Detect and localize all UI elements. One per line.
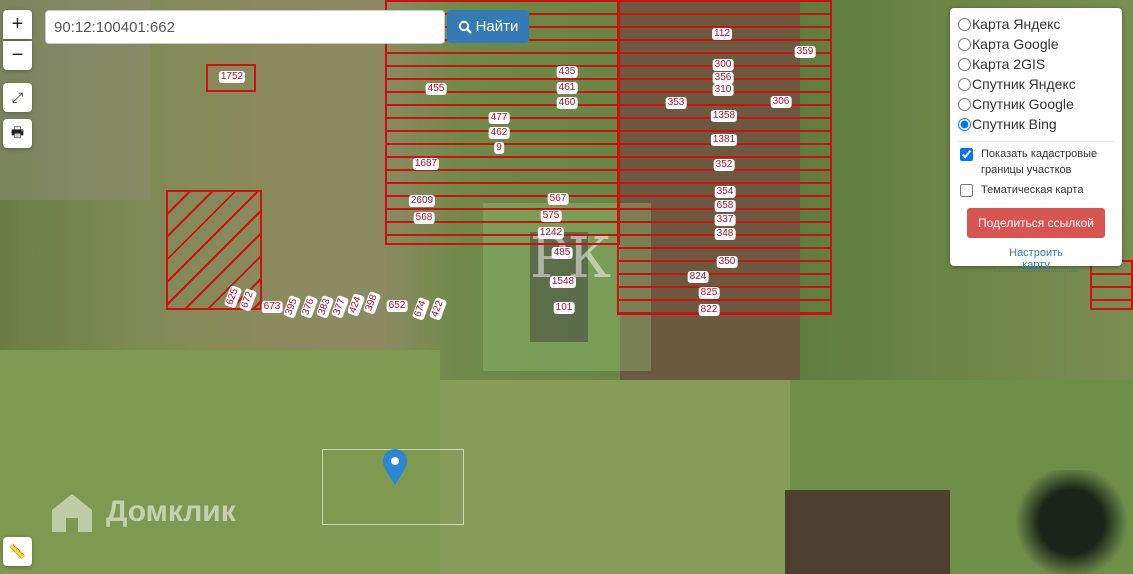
cloud-shadow xyxy=(1010,470,1133,574)
fullscreen-button[interactable]: ⤢ xyxy=(3,83,32,112)
parcel-number-label[interactable]: 1687 xyxy=(412,158,440,170)
layer-option[interactable]: Карта 2GIS xyxy=(958,54,1114,74)
parcel-number-label[interactable]: 353 xyxy=(665,97,687,109)
watermark-text: Домклик xyxy=(106,495,236,528)
parcel-number-label[interactable]: 377 xyxy=(330,295,350,319)
map-marker-icon[interactable] xyxy=(382,448,408,486)
layer-option[interactable]: Спутник Google xyxy=(958,94,1114,114)
parcel-number-label[interactable]: 658 xyxy=(714,200,736,212)
layer-option[interactable]: Карта Яндекс xyxy=(958,14,1114,34)
cadastral-checkbox-label: Показать кадастровые границы участков xyxy=(981,148,1098,176)
plowed-field xyxy=(785,490,950,574)
layer-option-label: Карта 2GIS xyxy=(972,56,1046,72)
cadastral-checkbox[interactable] xyxy=(960,148,973,161)
layer-radio[interactable] xyxy=(958,17,971,31)
ruler-button[interactable]: 📏 xyxy=(3,537,32,566)
field xyxy=(440,380,790,574)
thematic-checkbox-row[interactable]: Тематическая карта xyxy=(958,182,1114,198)
parcel-number-label[interactable]: 1752 xyxy=(218,71,246,83)
parcel-number-label[interactable]: 435 xyxy=(556,66,578,78)
parcel-number-label[interactable]: 9 xyxy=(494,142,504,154)
search-button-label: Найти xyxy=(475,18,519,35)
layer-option-label: Спутник Яндекс xyxy=(972,76,1076,92)
layer-option-label: Карта Google xyxy=(972,36,1059,52)
parcel-number-label[interactable]: 310 xyxy=(712,84,734,96)
layer-option-label: Карта Яндекс xyxy=(972,16,1061,32)
parcel-number-label[interactable]: 1381 xyxy=(710,134,738,146)
parcel-number-label[interactable]: 575 xyxy=(540,210,562,222)
parcel-number-label[interactable]: 354 xyxy=(714,186,736,198)
parcel-number-label[interactable]: 337 xyxy=(714,214,736,226)
layer-radio[interactable] xyxy=(958,97,971,111)
parcel-number-label[interactable]: 359 xyxy=(794,46,816,58)
print-icon: 🖶 xyxy=(10,123,25,140)
parcel-number-label[interactable]: 822 xyxy=(698,304,720,316)
search-button[interactable]: Найти xyxy=(447,10,529,43)
cadastral-checkbox-row[interactable]: Показать кадастровые границы участков xyxy=(958,146,1114,178)
parcel-number-label[interactable]: 395 xyxy=(282,295,302,319)
parcel-number-label[interactable]: 567 xyxy=(547,193,569,205)
layer-radio[interactable] xyxy=(958,57,971,71)
parcel-number-label[interactable]: 348 xyxy=(714,228,736,240)
layer-radio[interactable] xyxy=(958,77,971,91)
layer-option[interactable]: Спутник Яндекс xyxy=(958,74,1114,94)
parcel-number-label[interactable]: 376 xyxy=(299,295,319,319)
layer-option[interactable]: Карта Google xyxy=(958,34,1114,54)
parcel-number-label[interactable]: 352 xyxy=(713,159,735,171)
domclick-logo-icon xyxy=(52,494,92,532)
parcel-number-label[interactable]: 485 xyxy=(551,247,573,259)
parcel-number-label[interactable]: 1242 xyxy=(537,227,565,239)
parcel-number-label[interactable]: 1548 xyxy=(549,276,577,288)
layer-option-label: Спутник Bing xyxy=(972,116,1057,132)
zoom-in-button[interactable]: + xyxy=(3,10,32,39)
parcel-number-label[interactable]: 673 xyxy=(261,301,283,313)
parcel-number-label[interactable]: 350 xyxy=(716,256,738,268)
parcel-number-label[interactable]: 674 xyxy=(411,297,431,321)
parcel-number-label[interactable]: 424 xyxy=(346,293,366,317)
layer-radio[interactable] xyxy=(958,37,971,51)
parcel-number-label[interactable]: 477 xyxy=(488,112,510,124)
layer-option[interactable]: Спутник Bing xyxy=(958,114,1114,134)
configure-map-link[interactable]: Настроить карту xyxy=(994,247,1078,272)
parcel-number-label[interactable]: 398 xyxy=(362,291,382,315)
parcel-number-label[interactable]: 455 xyxy=(425,83,447,95)
parcel-number-label[interactable]: 306 xyxy=(770,96,792,108)
layer-option-label: Спутник Google xyxy=(972,96,1074,112)
parcel-number-label[interactable]: 300 xyxy=(712,59,734,71)
parcel-number-label[interactable]: 460 xyxy=(556,97,578,109)
ruler-icon: 📏 xyxy=(8,543,27,559)
parcel-number-label[interactable]: 1358 xyxy=(710,110,738,122)
parcel-number-label[interactable]: 824 xyxy=(687,271,709,283)
layer-radio[interactable] xyxy=(958,117,971,131)
parcel-number-label[interactable]: 652 xyxy=(386,300,408,312)
share-link-button[interactable]: Поделиться ссылкой xyxy=(967,208,1105,238)
domclick-watermark: Домклик xyxy=(48,488,236,536)
layer-panel: Карта Яндекс Карта Google Карта 2GIS Спутни… xyxy=(950,8,1122,272)
parcel-number-label[interactable]: 112 xyxy=(712,28,732,40)
parcel-number-label[interactable]: 356 xyxy=(712,72,734,84)
parcel-number-label[interactable]: 101 xyxy=(553,302,575,314)
thematic-checkbox[interactable] xyxy=(960,184,973,197)
parcel-number-label[interactable]: 462 xyxy=(488,127,510,139)
parcel-number-label[interactable]: 568 xyxy=(413,212,435,224)
search-input[interactable] xyxy=(45,10,445,44)
search-icon xyxy=(458,20,472,34)
parcel-number-label[interactable]: 422 xyxy=(428,297,448,321)
parcel-number-label[interactable]: 383 xyxy=(315,295,335,319)
thematic-checkbox-label: Тематическая карта xyxy=(981,184,1084,196)
zoom-out-button[interactable]: − xyxy=(3,41,32,70)
parcel-number-label[interactable]: 825 xyxy=(698,287,720,299)
expand-icon: ⤢ xyxy=(11,89,24,105)
parcel-number-label[interactable]: 461 xyxy=(556,82,578,94)
parcel-number-label[interactable]: 2609 xyxy=(408,195,436,207)
cadastral-parcels[interactable] xyxy=(1090,260,1133,310)
print-button[interactable]: 🖶 xyxy=(3,119,32,148)
